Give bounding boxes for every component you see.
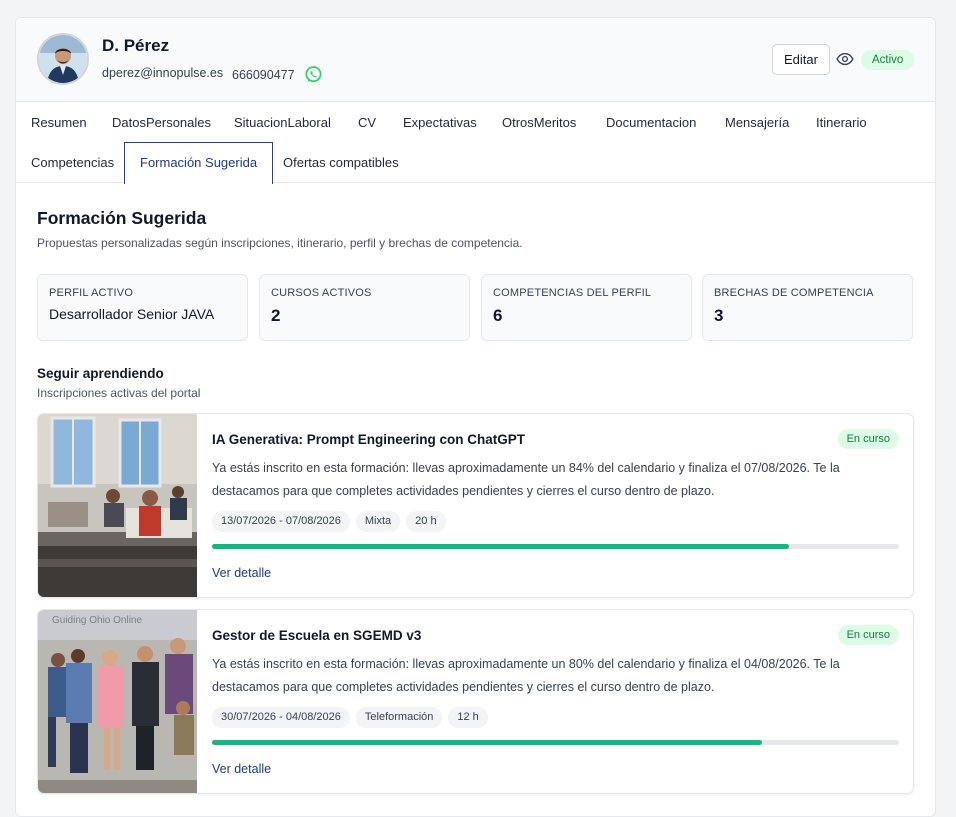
stat-card-brechas: BRECHAS DE COMPETENCIA 3 <box>702 274 913 341</box>
eye-icon[interactable] <box>836 52 854 66</box>
stat-value: 6 <box>493 306 503 325</box>
course-progress-bar <box>212 740 899 745</box>
tab-cv[interactable]: CV <box>358 103 376 143</box>
course-image: Guiding Ohio Online <box>38 610 197 793</box>
profile-email: dperez@innopulse.es <box>102 66 224 80</box>
course-modality-chip: Teleformación <box>355 707 443 728</box>
stat-value: Desarrollador Senior JAVA <box>49 306 215 322</box>
course-detail-link[interactable]: Ver detalle <box>212 566 271 580</box>
course-card: Guiding Ohio Online Gestor de Escuela en… <box>37 609 914 794</box>
course-hours-chip: 12 h <box>448 707 488 728</box>
tab-ofertas-compatibles[interactable]: Ofertas compatibles <box>283 143 399 183</box>
section-title: Formación Sugerida <box>37 208 207 228</box>
whatsapp-icon[interactable] <box>304 65 323 84</box>
course-detail-link[interactable]: Ver detalle <box>212 762 271 776</box>
course-description: Ya estás inscrito en esta formación: lle… <box>212 461 840 498</box>
candidate-panel: D. Pérez dperez@innopulse.es 666090477 E… <box>15 17 936 817</box>
profile-phone: 666090477 <box>232 68 295 82</box>
stat-label: COMPETENCIAS DEL PERFIL <box>493 287 652 299</box>
course-image-caption: Guiding Ohio Online <box>52 615 142 626</box>
tab-otros-meritos[interactable]: OtrosMeritos <box>502 103 576 143</box>
course-progress-fill <box>212 740 762 745</box>
stat-label: BRECHAS DE COMPETENCIA <box>714 287 874 299</box>
course-progress-fill <box>212 544 790 549</box>
course-dates-chip: 13/07/2026 - 07/08/2026 <box>212 511 350 532</box>
course-modality-chip: Mixta <box>355 511 401 532</box>
tab-mensajeria[interactable]: Mensajería <box>725 103 789 143</box>
profile-name: D. Pérez <box>102 36 170 55</box>
learning-title: Seguir aprendiendo <box>37 366 164 381</box>
section-subtitle: Propuestas personalizadas según inscripc… <box>37 236 523 250</box>
course-status-badge: En curso <box>837 429 899 449</box>
tab-documentacion[interactable]: Documentacion <box>606 103 696 143</box>
course-description: Ya estás inscrito en esta formación: lle… <box>212 657 840 694</box>
tab-expectativas[interactable]: Expectativas <box>403 103 477 143</box>
stat-card-perfil: PERFIL ACTIVO Desarrollador Senior JAVA <box>37 274 248 341</box>
tab-competencias[interactable]: Competencias <box>31 143 114 183</box>
stat-label: CURSOS ACTIVOS <box>271 287 372 299</box>
status-badge: Activo <box>861 50 915 70</box>
tab-datos-personales[interactable]: DatosPersonales <box>112 103 211 143</box>
stat-card-cursos: CURSOS ACTIVOS 2 <box>259 274 470 341</box>
course-title: IA Generativa: Prompt Engineering con Ch… <box>212 432 526 447</box>
tab-bar: Resumen DatosPersonales SituacionLaboral… <box>16 102 935 184</box>
course-meta: 30/07/2026 - 04/08/2026 Teleformación 12… <box>212 707 488 728</box>
course-card: IA Generativa: Prompt Engineering con Ch… <box>37 413 914 598</box>
tab-situacion-laboral[interactable]: SituacionLaboral <box>234 103 331 143</box>
profile-header: D. Pérez dperez@innopulse.es 666090477 E… <box>16 18 935 102</box>
course-status-badge: En curso <box>837 625 899 645</box>
course-dates-chip: 30/07/2026 - 04/08/2026 <box>212 707 350 728</box>
tab-resumen[interactable]: Resumen <box>31 103 87 143</box>
avatar <box>37 33 89 85</box>
course-hours-chip: 20 h <box>406 511 446 532</box>
course-progress-bar <box>212 544 899 549</box>
tab-formacion-sugerida[interactable]: Formación Sugerida <box>124 142 274 184</box>
learning-subtitle: Inscripciones activas del portal <box>37 386 201 400</box>
stat-card-competencias: COMPETENCIAS DEL PERFIL 6 <box>481 274 692 341</box>
edit-button[interactable]: Editar <box>772 44 830 75</box>
course-image <box>38 414 197 597</box>
stat-label: PERFIL ACTIVO <box>49 287 134 299</box>
course-title: Gestor de Escuela en SGEMD v3 <box>212 628 422 643</box>
stat-value: 3 <box>714 306 724 325</box>
tab-itinerario[interactable]: Itinerario <box>816 103 867 143</box>
course-meta: 13/07/2026 - 07/08/2026 Mixta 20 h <box>212 511 446 532</box>
stat-value: 2 <box>271 306 281 325</box>
